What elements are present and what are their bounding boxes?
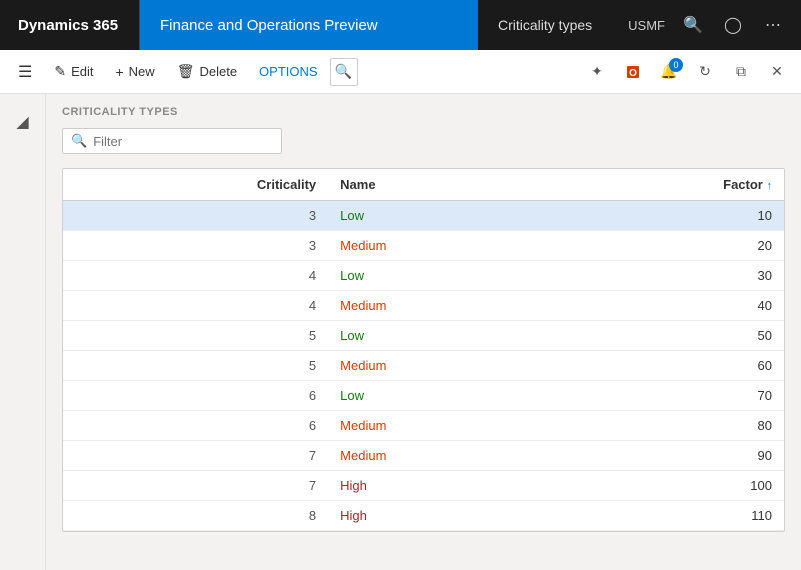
factor-cell: 60	[552, 351, 784, 381]
edit-label: Edit	[71, 64, 93, 79]
name-cell: Low	[328, 201, 552, 231]
toolbar-search-button[interactable]: 🔍	[330, 58, 358, 86]
name-cell: Medium	[328, 411, 552, 441]
notifications-badge-icon[interactable]: 🔔 0	[653, 56, 685, 88]
name-cell: High	[328, 471, 552, 501]
filter-sidebar-icon[interactable]: ◢	[5, 104, 41, 140]
table-row[interactable]: 4Low30	[63, 261, 784, 291]
criticality-cell: 3	[63, 201, 328, 231]
toolbar-right-actions: ✦ O 🔔 0 ↻ ⧉ ✕	[581, 56, 793, 88]
criticality-cell: 4	[63, 261, 328, 291]
hamburger-icon: ☰	[18, 62, 32, 82]
factor-cell: 10	[552, 201, 784, 231]
name-cell: Medium	[328, 351, 552, 381]
factor-cell: 100	[552, 471, 784, 501]
notification-count: 0	[669, 58, 683, 72]
criticality-cell: 5	[63, 351, 328, 381]
new-button[interactable]: + New	[105, 59, 164, 85]
factor-cell: 90	[552, 441, 784, 471]
top-nav-right: USMF 🔍 ◯ ⋯	[612, 0, 801, 50]
options-label: OPTIONS	[259, 64, 318, 79]
factor-cell: 110	[552, 501, 784, 531]
criticality-cell: 7	[63, 441, 328, 471]
name-column-header[interactable]: Name	[328, 169, 552, 201]
refresh-icon[interactable]: ↻	[689, 56, 721, 88]
search-top-icon[interactable]: 🔍	[675, 7, 711, 43]
office-icon[interactable]: O	[617, 56, 649, 88]
criticality-column-header[interactable]: Criticality	[63, 169, 328, 201]
criticality-cell: 7	[63, 471, 328, 501]
table-row[interactable]: 6Medium80	[63, 411, 784, 441]
factor-cell: 20	[552, 231, 784, 261]
dynamics-logo[interactable]: Dynamics 365	[0, 0, 140, 50]
data-table: Criticality Name Factor ↑ 3Low103Medium2…	[62, 168, 785, 532]
svg-text:O: O	[629, 68, 637, 79]
table-row[interactable]: 6Low70	[63, 381, 784, 411]
criticality-cell: 6	[63, 381, 328, 411]
filter-input[interactable]	[93, 134, 273, 149]
company-code: USMF	[622, 18, 671, 33]
name-cell: Low	[328, 261, 552, 291]
table-row[interactable]: 4Medium40	[63, 291, 784, 321]
table-row[interactable]: 8High110	[63, 501, 784, 531]
name-cell: Medium	[328, 291, 552, 321]
app-name-text: Finance and Operations Preview	[160, 17, 378, 34]
edit-button[interactable]: ✎ Edit	[44, 58, 103, 85]
delete-label: Delete	[199, 64, 237, 79]
close-icon[interactable]: ✕	[761, 56, 793, 88]
factor-cell: 30	[552, 261, 784, 291]
delete-button[interactable]: 🗑 Delete	[167, 58, 247, 85]
name-cell: High	[328, 501, 552, 531]
settings-icon[interactable]: ✦	[581, 56, 613, 88]
factor-cell: 40	[552, 291, 784, 321]
criticality-cell: 4	[63, 291, 328, 321]
table-header-row: Criticality Name Factor ↑	[63, 169, 784, 201]
table-row[interactable]: 3Medium20	[63, 231, 784, 261]
factor-cell: 70	[552, 381, 784, 411]
sort-asc-icon: ↑	[767, 180, 773, 192]
options-button[interactable]: OPTIONS	[249, 59, 328, 84]
table-row[interactable]: 5Medium60	[63, 351, 784, 381]
toolbar: ☰ ✎ Edit + New 🗑 Delete OPTIONS 🔍 ✦ O 🔔 …	[0, 50, 801, 94]
breadcrumb-text: Criticality types	[498, 17, 592, 33]
delete-icon: 🗑	[177, 63, 195, 80]
factor-cell: 80	[552, 411, 784, 441]
factor-column-header[interactable]: Factor ↑	[552, 169, 784, 201]
table-row[interactable]: 7High100	[63, 471, 784, 501]
name-cell: Low	[328, 381, 552, 411]
hamburger-button[interactable]: ☰	[8, 57, 42, 87]
toolbar-search-icon: 🔍	[335, 63, 352, 80]
name-cell: Low	[328, 321, 552, 351]
criticality-cell: 3	[63, 231, 328, 261]
filter-icon: 🔍	[71, 133, 87, 149]
main-layout: ◢ CRITICALITY TYPES 🔍 Criticality Name	[0, 94, 801, 570]
app-name-section: Finance and Operations Preview	[140, 0, 478, 50]
table-row[interactable]: 3Low10	[63, 201, 784, 231]
table-row[interactable]: 5Low50	[63, 321, 784, 351]
criticality-cell: 5	[63, 321, 328, 351]
filter-bar[interactable]: 🔍	[62, 128, 282, 154]
section-title: CRITICALITY TYPES	[62, 106, 785, 118]
dynamics-logo-text: Dynamics 365	[18, 17, 118, 34]
more-options-icon[interactable]: ⋯	[755, 7, 791, 43]
table-row[interactable]: 7Medium90	[63, 441, 784, 471]
name-cell: Medium	[328, 231, 552, 261]
factor-cell: 50	[552, 321, 784, 351]
new-icon: +	[115, 64, 123, 80]
open-new-window-icon[interactable]: ⧉	[725, 56, 757, 88]
criticality-cell: 8	[63, 501, 328, 531]
top-nav: Dynamics 365 Finance and Operations Prev…	[0, 0, 801, 50]
criticality-cell: 6	[63, 411, 328, 441]
content-area: CRITICALITY TYPES 🔍 Criticality Name	[46, 94, 801, 570]
name-cell: Medium	[328, 441, 552, 471]
notifications-icon[interactable]: ◯	[715, 7, 751, 43]
sidebar: ◢	[0, 94, 46, 570]
new-label: New	[129, 64, 155, 79]
edit-icon: ✎	[54, 63, 66, 80]
breadcrumb: Criticality types	[478, 0, 612, 50]
